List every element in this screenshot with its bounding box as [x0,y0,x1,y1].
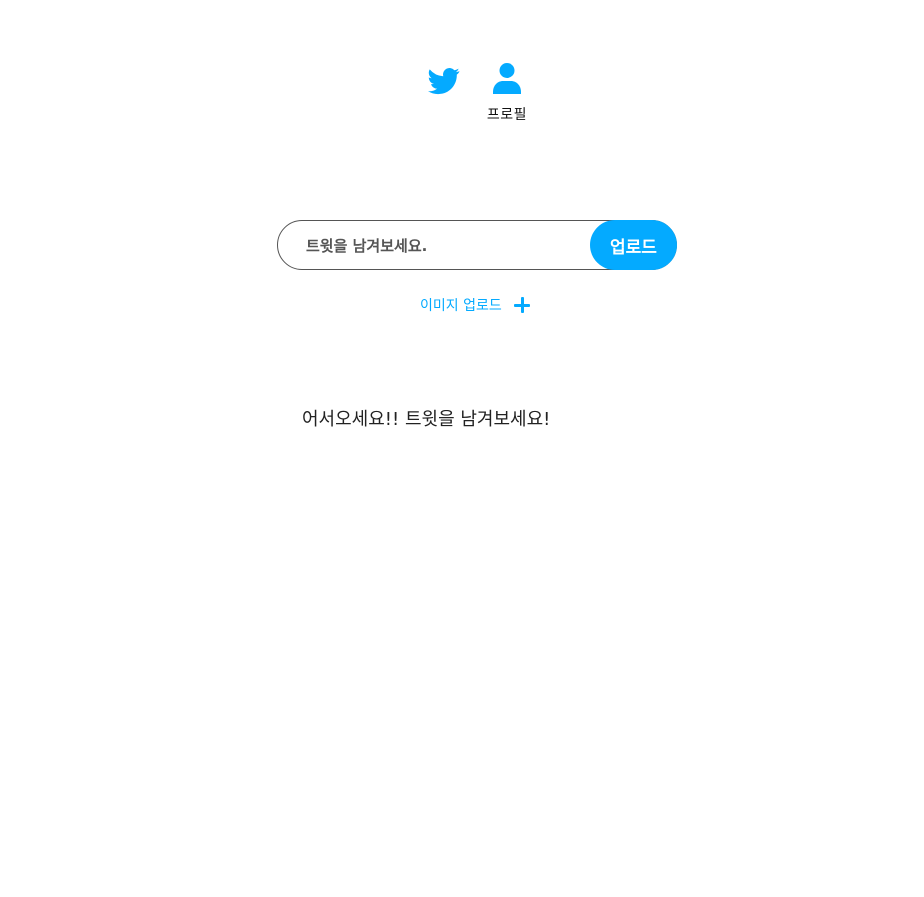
top-nav: 프로필 [0,60,924,130]
tweet-form: 업로드 [277,220,677,271]
user-icon [493,63,521,94]
twitter-bird-icon [428,68,460,95]
plus-icon [513,297,530,313]
profile-label: 프로필 [486,107,528,123]
image-upload-label: 이미지 업로드 [420,298,502,314]
home-link[interactable] [425,65,463,97]
upload-button[interactable]: 업로드 [590,220,677,270]
profile-link[interactable]: 프로필 [482,62,532,126]
page: 프로필 업로드 이미지 업로드 어서오세요!! 트윗을 남겨보세요! [0,0,924,897]
empty-feed-message: 어서오세요!! 트윗을 남겨보세요! [302,409,551,430]
image-upload-button[interactable]: 이미지 업로드 [420,294,530,316]
tweet-input[interactable] [304,221,588,271]
